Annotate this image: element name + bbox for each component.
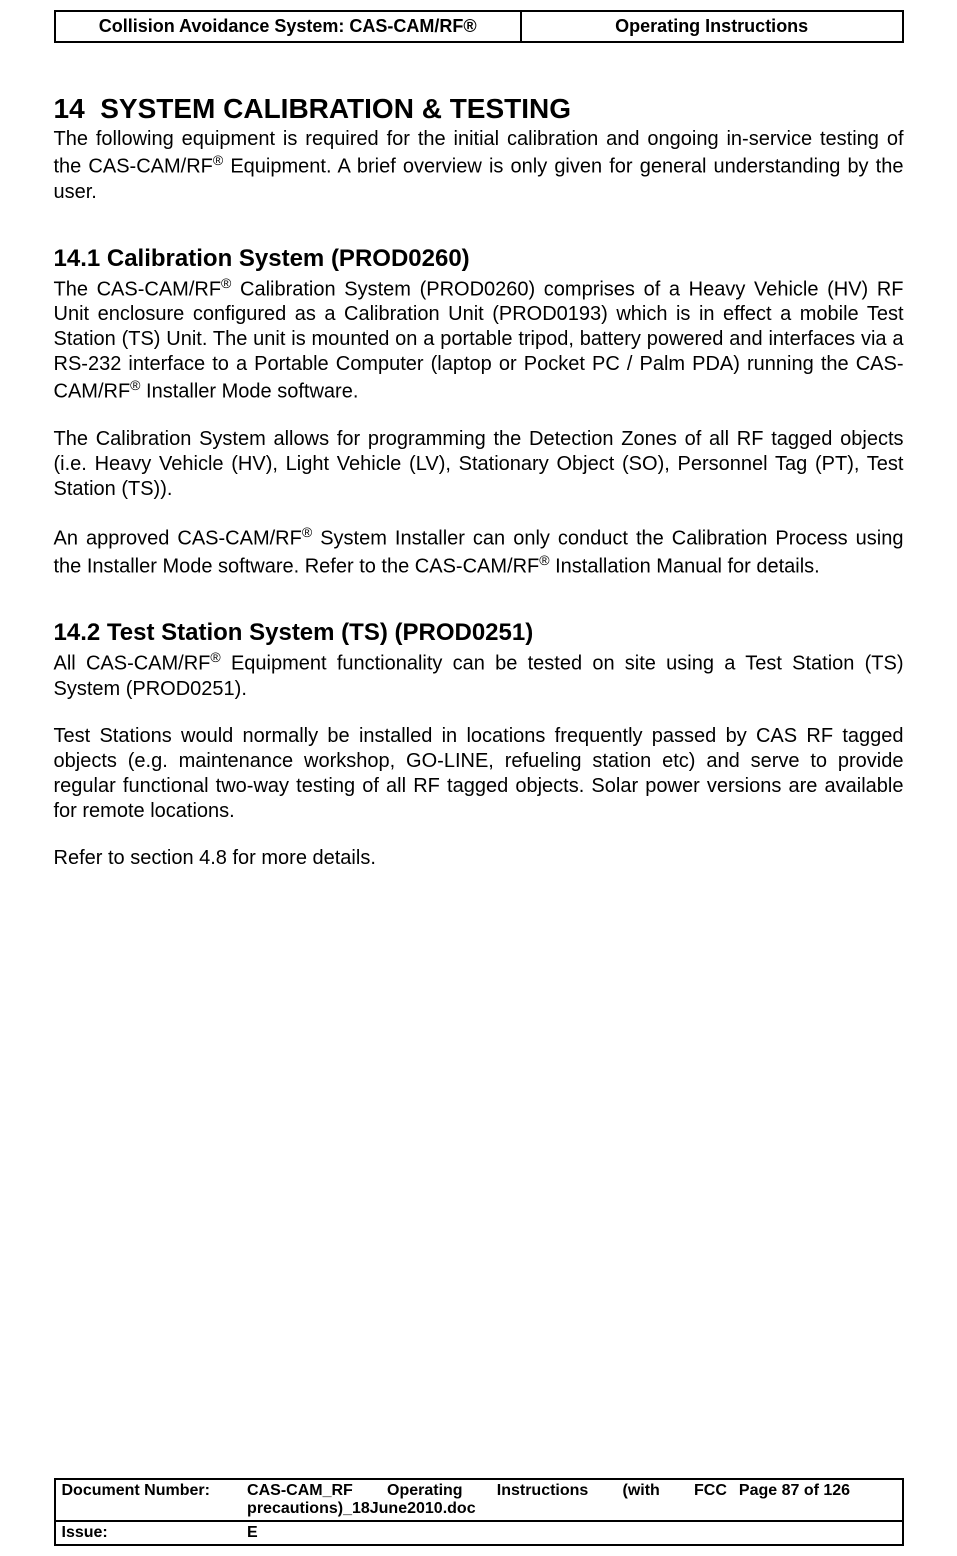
footer-issue-value: E [241, 1521, 902, 1545]
header-table: Collision Avoidance System: CAS-CAM/RF® … [54, 10, 904, 43]
registered-symbol: ® [302, 524, 312, 540]
footer-doc-label: Document Number: [55, 1479, 242, 1521]
subsection-1-para-3: An approved CAS-CAM/RF® System Installer… [54, 524, 904, 579]
section-number: 14 [54, 93, 85, 124]
footer-issue-label: Issue: [55, 1521, 242, 1545]
header-title-left: Collision Avoidance System: CAS-CAM/RF® [55, 11, 521, 42]
section-intro: The following equipment is required for … [54, 127, 904, 205]
footer-page-number: Page 87 of 126 [733, 1479, 903, 1521]
subsection-2-para-2: Test Stations would normally be installe… [54, 724, 904, 824]
subsection-2-para-3: Refer to section 4.8 for more details. [54, 846, 904, 871]
subsection-2-heading: 14.2 Test Station System (TS) (PROD0251) [54, 619, 904, 647]
header-title-right: Operating Instructions [521, 11, 903, 42]
registered-symbol: ® [539, 552, 549, 568]
registered-symbol: ® [210, 649, 220, 665]
subsection-2-para-1: All CAS-CAM/RF® Equipment functionality … [54, 649, 904, 702]
section-title: SYSTEM CALIBRATION & TESTING [100, 93, 571, 124]
footer-doc-value: CAS-CAM_RF Operating Instructions (with … [241, 1479, 733, 1521]
subsection-1-para-2: The Calibration System allows for progra… [54, 427, 904, 502]
page-content: 14 SYSTEM CALIBRATION & TESTING The foll… [54, 43, 904, 871]
subsection-1-heading: 14.1 Calibration System (PROD0260) [54, 245, 904, 273]
registered-symbol: ® [221, 275, 231, 291]
footer-table: Document Number: CAS-CAM_RF Operating In… [54, 1478, 904, 1546]
section-heading: 14 SYSTEM CALIBRATION & TESTING [54, 93, 904, 125]
subsection-1-para-1: The CAS-CAM/RF® Calibration System (PROD… [54, 275, 904, 405]
registered-symbol: ® [130, 377, 140, 393]
registered-symbol: ® [213, 152, 223, 168]
